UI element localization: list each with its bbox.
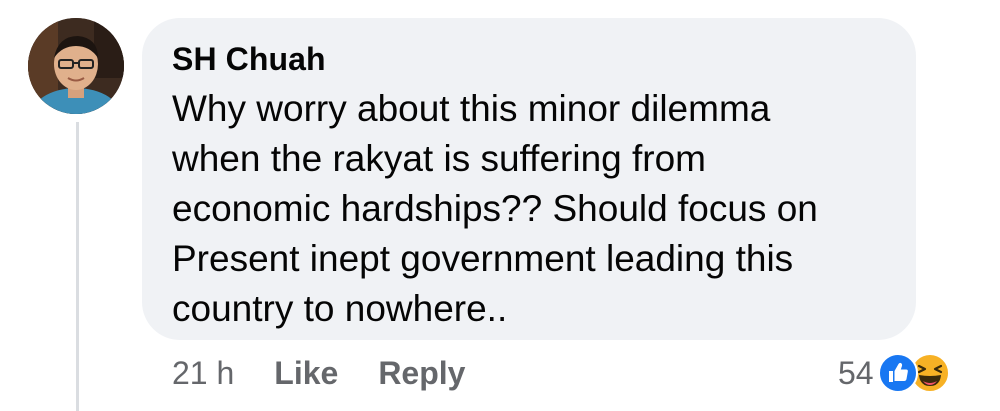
comment: SH Chuah Why worry about this minor dile…	[0, 0, 1000, 411]
comment-text-line: economic hardships?? Should focus on	[172, 188, 818, 229]
like-icon	[877, 353, 918, 393]
comment-text-line: Why worry about this minor dilemma	[172, 88, 771, 129]
like-button[interactable]: Like	[274, 355, 338, 392]
comment-text-line: country to nowhere..	[172, 288, 508, 329]
reaction-icons	[877, 351, 960, 395]
comment-timestamp[interactable]: 21 h	[172, 355, 234, 392]
thread-line	[76, 122, 79, 411]
comment-author[interactable]: SH Chuah	[172, 41, 326, 78]
reaction-count: 54	[838, 354, 874, 391]
comment-text-line: when the rakyat is suffering from	[172, 138, 707, 179]
reply-button[interactable]: Reply	[378, 355, 465, 392]
avatar-photo	[28, 18, 124, 114]
comment-text-line: Present inept government leading this	[172, 238, 794, 279]
avatar[interactable]	[28, 18, 124, 114]
reactions-summary[interactable]: 54	[838, 351, 960, 395]
comment-text: Why worry about this minor dilemma when …	[172, 84, 902, 334]
comment-actions: 21 h Like Reply	[172, 351, 505, 395]
comment-bubble: SH Chuah Why worry about this minor dile…	[142, 18, 916, 340]
